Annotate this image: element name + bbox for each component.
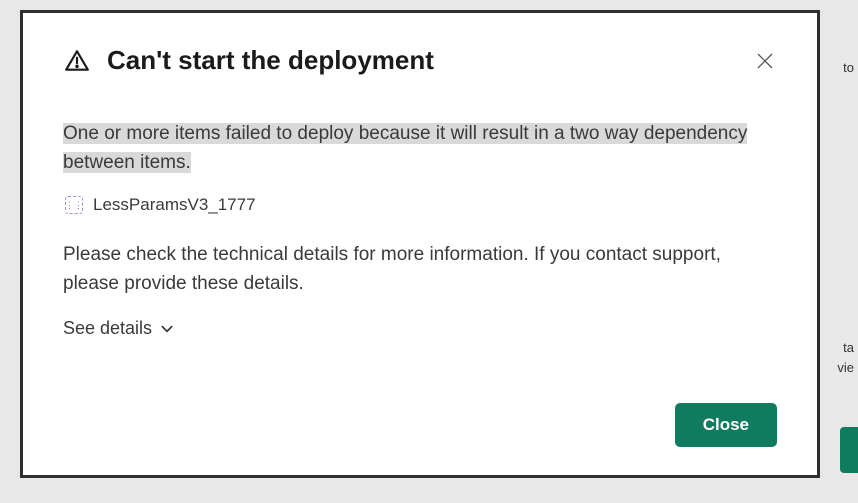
background-button-fragment	[840, 427, 858, 473]
warning-icon	[63, 47, 91, 75]
item-type-icon: ⋮⋮	[65, 196, 83, 214]
error-message-text: One or more items failed to deploy becau…	[63, 123, 747, 173]
error-message: One or more items failed to deploy becau…	[63, 120, 777, 177]
sub-message: Please check the technical details for m…	[63, 241, 777, 298]
dialog-title: Can't start the deployment	[107, 45, 434, 76]
title-group: Can't start the deployment	[63, 45, 434, 76]
failed-item-row: ⋮⋮ LessParamsV3_1777	[63, 195, 777, 215]
failed-item-name: LessParamsV3_1777	[93, 195, 256, 215]
dialog-footer: Close	[63, 403, 777, 447]
close-button[interactable]: Close	[675, 403, 777, 447]
close-icon[interactable]	[753, 49, 777, 73]
bg-text: vie	[837, 360, 854, 375]
chevron-down-icon	[160, 322, 174, 336]
see-details-toggle[interactable]: See details	[63, 318, 777, 339]
error-dialog: Can't start the deployment One or more i…	[20, 10, 820, 478]
see-details-label: See details	[63, 318, 152, 339]
bg-text: to	[843, 60, 854, 75]
bg-text: ta	[843, 340, 854, 355]
dialog-header: Can't start the deployment	[63, 45, 777, 76]
